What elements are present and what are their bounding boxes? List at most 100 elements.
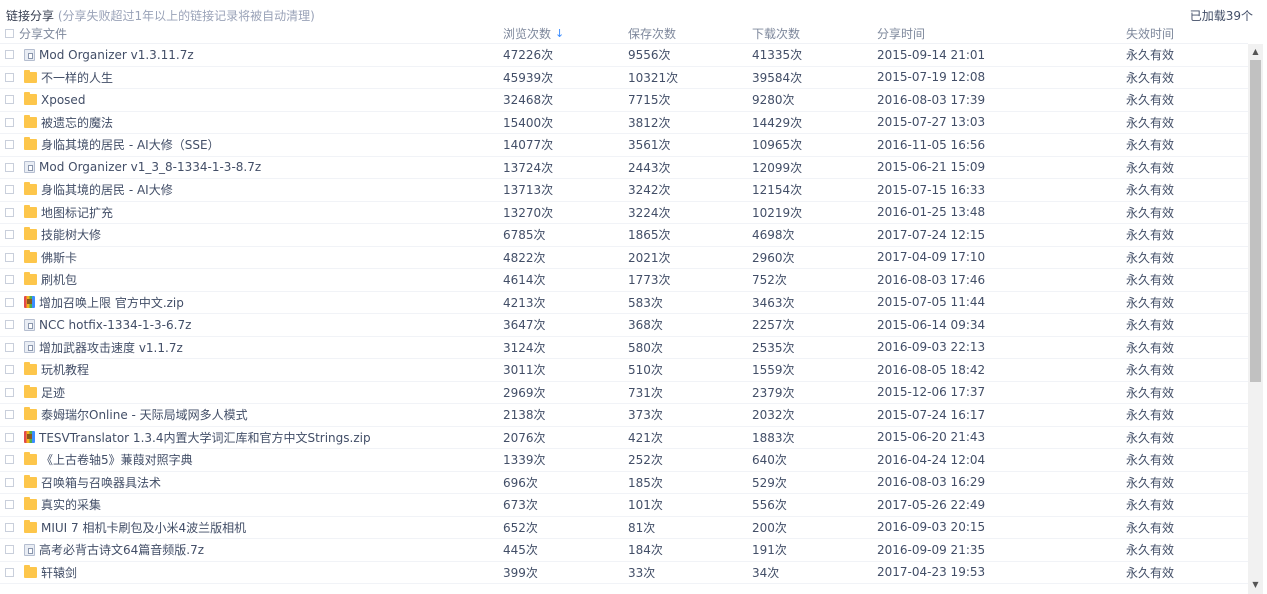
row-checkbox[interactable] xyxy=(5,477,14,487)
table-row[interactable]: 增加召唤上限 官方中文.zip 4213次 583次 3463次 2015-07-05 … xyxy=(0,292,1248,314)
row-checkbox-cell[interactable] xyxy=(5,67,17,89)
row-checkbox-cell[interactable] xyxy=(5,44,17,66)
sort-desc-icon[interactable]: ↓ xyxy=(555,27,564,40)
file-name[interactable]: 被遗忘的魔法 xyxy=(41,114,113,131)
file-name-cell[interactable]: 泰姆瑞尔Online - 天际局域网多人模式 xyxy=(20,404,500,426)
table-row[interactable]: 玩机教程 3011次 510次 1559次 2016-08-05 18:42 永久有效 xyxy=(0,359,1248,382)
table-row[interactable]: 《上古卷轴5》蒹葭对照字典 1339次 252次 640次 2016-04-24 12:… xyxy=(0,449,1248,472)
row-checkbox-cell[interactable] xyxy=(5,202,17,224)
file-name[interactable]: 地图标记扩充 xyxy=(41,204,113,221)
row-checkbox[interactable] xyxy=(5,162,14,172)
file-name-cell[interactable]: 不一样的人生 xyxy=(20,67,500,89)
file-name[interactable]: 刷机包 xyxy=(41,271,77,288)
row-checkbox[interactable] xyxy=(5,387,14,397)
row-checkbox[interactable] xyxy=(5,252,14,262)
table-row[interactable]: 高考必背古诗文64篇音频版.7z 445次 184次 191次 2016-09-09 2… xyxy=(0,539,1248,562)
file-name-cell[interactable]: 足迹 xyxy=(20,382,500,404)
table-row[interactable]: 足迹 2969次 731次 2379次 2015-12-06 17:37 永久有效 xyxy=(0,382,1248,404)
row-checkbox[interactable] xyxy=(5,522,14,532)
file-name-cell[interactable]: Mod Organizer v1.3.11.7z xyxy=(20,44,500,66)
file-name[interactable]: 足迹 xyxy=(41,384,65,401)
file-name[interactable]: NCC hotfix-1334-1-3-6.7z xyxy=(39,318,191,332)
row-checkbox[interactable] xyxy=(5,320,14,330)
col-header-time[interactable]: 分享时间 xyxy=(877,24,1077,43)
row-checkbox-cell[interactable] xyxy=(5,449,17,471)
row-checkbox-cell[interactable] xyxy=(5,269,17,291)
scroll-up-icon[interactable]: ▲ xyxy=(1248,44,1263,59)
row-checkbox-cell[interactable] xyxy=(5,337,17,359)
row-checkbox[interactable] xyxy=(5,185,14,195)
file-name-cell[interactable]: 增加召唤上限 官方中文.zip xyxy=(20,292,500,314)
select-all-checkbox[interactable] xyxy=(5,29,14,38)
file-name-cell[interactable]: 轩辕剑 xyxy=(20,562,500,584)
row-checkbox-cell[interactable] xyxy=(5,112,17,134)
table-row[interactable]: 召唤箱与召唤器具法术 696次 185次 529次 2016-08-03 16:29 永久… xyxy=(0,472,1248,494)
file-name-cell[interactable]: NCC hotfix-1334-1-3-6.7z xyxy=(20,314,500,336)
row-checkbox[interactable] xyxy=(5,95,14,105)
file-name[interactable]: 增加召唤上限 官方中文.zip xyxy=(39,294,184,311)
table-row[interactable]: 真实的采集 673次 101次 556次 2017-05-26 22:49 永久有效 xyxy=(0,494,1248,517)
file-name[interactable]: 轩辕剑 xyxy=(41,564,77,581)
table-row[interactable]: NCC hotfix-1334-1-3-6.7z 3647次 368次 2257次 20… xyxy=(0,314,1248,337)
row-checkbox-cell[interactable] xyxy=(5,539,17,561)
table-row[interactable]: 佛斯卡 4822次 2021次 2960次 2017-04-09 17:10 永久有效 xyxy=(0,247,1248,269)
table-row[interactable]: 增加武器攻击速度 v1.1.7z 3124次 580次 2535次 2016-09-03… xyxy=(0,337,1248,359)
row-checkbox-cell[interactable] xyxy=(5,359,17,381)
row-checkbox[interactable] xyxy=(5,230,14,240)
file-name[interactable]: 泰姆瑞尔Online - 天际局域网多人模式 xyxy=(41,406,248,423)
row-checkbox-cell[interactable] xyxy=(5,179,17,201)
col-header-views[interactable]: 浏览次数 ↓ xyxy=(503,24,623,43)
file-name[interactable]: Mod Organizer v1.3.11.7z xyxy=(39,48,194,62)
file-name[interactable]: 《上古卷轴5》蒹葭对照字典 xyxy=(41,451,193,468)
col-header-name[interactable]: 分享文件 xyxy=(19,24,499,43)
table-row[interactable]: 刷机包 4614次 1773次 752次 2016-08-03 17:46 永久有效 xyxy=(0,269,1248,292)
row-checkbox[interactable] xyxy=(5,455,14,465)
file-name[interactable]: 真实的采集 xyxy=(41,496,101,513)
file-name[interactable]: 玩机教程 xyxy=(41,361,89,378)
row-checkbox-cell[interactable] xyxy=(5,562,17,584)
file-name-cell[interactable]: 地图标记扩充 xyxy=(20,202,500,224)
row-checkbox-cell[interactable] xyxy=(5,247,17,269)
file-name[interactable]: Xposed xyxy=(41,93,85,107)
col-header-expire[interactable]: 失效时间 xyxy=(1126,24,1236,43)
table-row[interactable]: 身临其境的居民 - AI大修 13713次 3242次 12154次 2015-07-1… xyxy=(0,179,1248,202)
file-name[interactable]: 召唤箱与召唤器具法术 xyxy=(41,474,161,491)
file-name-cell[interactable]: MIUI 7 相机卡刷包及小米4波兰版相机 xyxy=(20,517,500,539)
scroll-down-icon[interactable]: ▼ xyxy=(1248,577,1263,592)
file-name[interactable]: MIUI 7 相机卡刷包及小米4波兰版相机 xyxy=(41,519,246,536)
row-checkbox-cell[interactable] xyxy=(5,494,17,516)
table-row[interactable]: 身临其境的居民 - AI大修（SSE） 14077次 3561次 10965次 2016… xyxy=(0,134,1248,157)
file-name[interactable]: Mod Organizer v1_3_8-1334-1-3-8.7z xyxy=(39,160,261,174)
file-name-cell[interactable]: 真实的采集 xyxy=(20,494,500,516)
file-name[interactable]: 不一样的人生 xyxy=(41,69,113,86)
row-checkbox[interactable] xyxy=(5,500,14,510)
row-checkbox[interactable] xyxy=(5,207,14,217)
file-name-cell[interactable]: 身临其境的居民 - AI大修 xyxy=(20,179,500,201)
file-name[interactable]: 佛斯卡 xyxy=(41,249,77,266)
file-name[interactable]: 技能树大修 xyxy=(41,226,101,243)
file-name-cell[interactable]: 召唤箱与召唤器具法术 xyxy=(20,472,500,494)
file-name-cell[interactable]: 佛斯卡 xyxy=(20,247,500,269)
file-name-cell[interactable]: 玩机教程 xyxy=(20,359,500,381)
row-checkbox[interactable] xyxy=(5,297,14,307)
row-checkbox-cell[interactable] xyxy=(5,517,17,539)
select-all-cell[interactable] xyxy=(5,24,17,43)
col-header-saves[interactable]: 保存次数 xyxy=(628,24,748,43)
file-name[interactable]: 身临其境的居民 - AI大修 xyxy=(41,181,173,198)
file-name-cell[interactable]: Xposed xyxy=(20,89,500,111)
row-checkbox-cell[interactable] xyxy=(5,472,17,494)
file-name-cell[interactable]: 高考必背古诗文64篇音频版.7z xyxy=(20,539,500,561)
scroll-thumb[interactable] xyxy=(1250,60,1261,382)
file-name[interactable]: 高考必背古诗文64篇音频版.7z xyxy=(39,541,204,558)
row-checkbox-cell[interactable] xyxy=(5,314,17,336)
row-checkbox[interactable] xyxy=(5,410,14,420)
file-name-cell[interactable]: 刷机包 xyxy=(20,269,500,291)
file-name[interactable]: TESVTranslator 1.3.4内置大学词汇库和官方中文Strings.… xyxy=(39,429,371,446)
col-header-downloads[interactable]: 下载次数 xyxy=(752,24,872,43)
table-row[interactable]: MIUI 7 相机卡刷包及小米4波兰版相机 652次 81次 200次 2016-09-… xyxy=(0,517,1248,539)
table-row[interactable]: TESVTranslator 1.3.4内置大学词汇库和官方中文Strings.… xyxy=(0,427,1248,449)
table-row[interactable]: 泰姆瑞尔Online - 天际局域网多人模式 2138次 373次 2032次 2015… xyxy=(0,404,1248,427)
file-name[interactable]: 增加武器攻击速度 v1.1.7z xyxy=(39,339,183,356)
row-checkbox-cell[interactable] xyxy=(5,157,17,179)
table-row[interactable]: 被遗忘的魔法 15400次 3812次 14429次 2015-07-27 13:03 永… xyxy=(0,112,1248,134)
